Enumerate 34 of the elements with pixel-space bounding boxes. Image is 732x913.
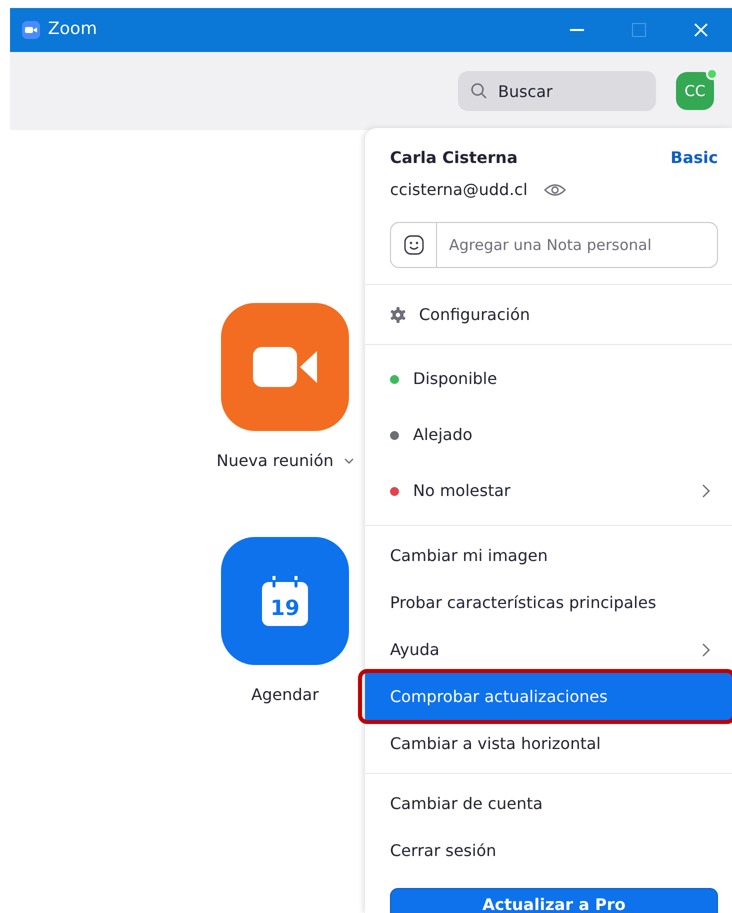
calendar-icon [262,576,308,626]
search-field[interactable]: Buscar [458,71,656,111]
email-text: ccisterna@udd.cl [390,179,528,201]
menu-item[interactable]: Probar características principales [365,579,732,626]
menu-item[interactable]: Disponible [365,351,732,407]
upgrade-button[interactable]: Actualizar a Pro [390,888,718,913]
user-name: Carla Cisterna [390,147,518,169]
calendar-day: 19 [270,593,300,624]
window-title: Zoom [48,18,98,42]
chevron-right-icon [702,642,710,656]
menu-item[interactable]: Ayuda [365,626,732,673]
close-icon[interactable] [693,22,709,38]
smiley-icon [404,235,424,255]
plan-label: Basic [670,147,718,169]
video-camera-icon [253,347,317,387]
menu-item[interactable]: Cambiar a vista horizontal [365,720,732,767]
menu-item[interactable]: Cambiar de cuenta [365,780,732,827]
menu-item[interactable]: Cerrar sesión [365,827,732,874]
menu-item[interactable]: Alejado [365,407,732,463]
new-meeting-label: Nueva reunión [216,450,334,472]
eye-icon[interactable] [544,183,566,197]
minimize-icon[interactable] [569,28,585,32]
menu-item[interactable]: Cambiar mi imagen [365,532,732,579]
chevron-right-icon [702,484,710,498]
menu-item[interactable]: Configuración [365,291,732,338]
note-field[interactable]: Agregar una Nota personal [390,222,718,268]
schedule-label: Agendar [251,684,319,706]
schedule-button[interactable]: 19 [221,537,349,665]
gear-icon [390,306,406,322]
caret-icon[interactable] [344,458,354,464]
menu-item[interactable]: No molestar [365,463,732,519]
zoom-logo-icon [22,21,40,39]
new-meeting-button[interactable] [221,303,349,431]
search-icon [470,82,488,100]
